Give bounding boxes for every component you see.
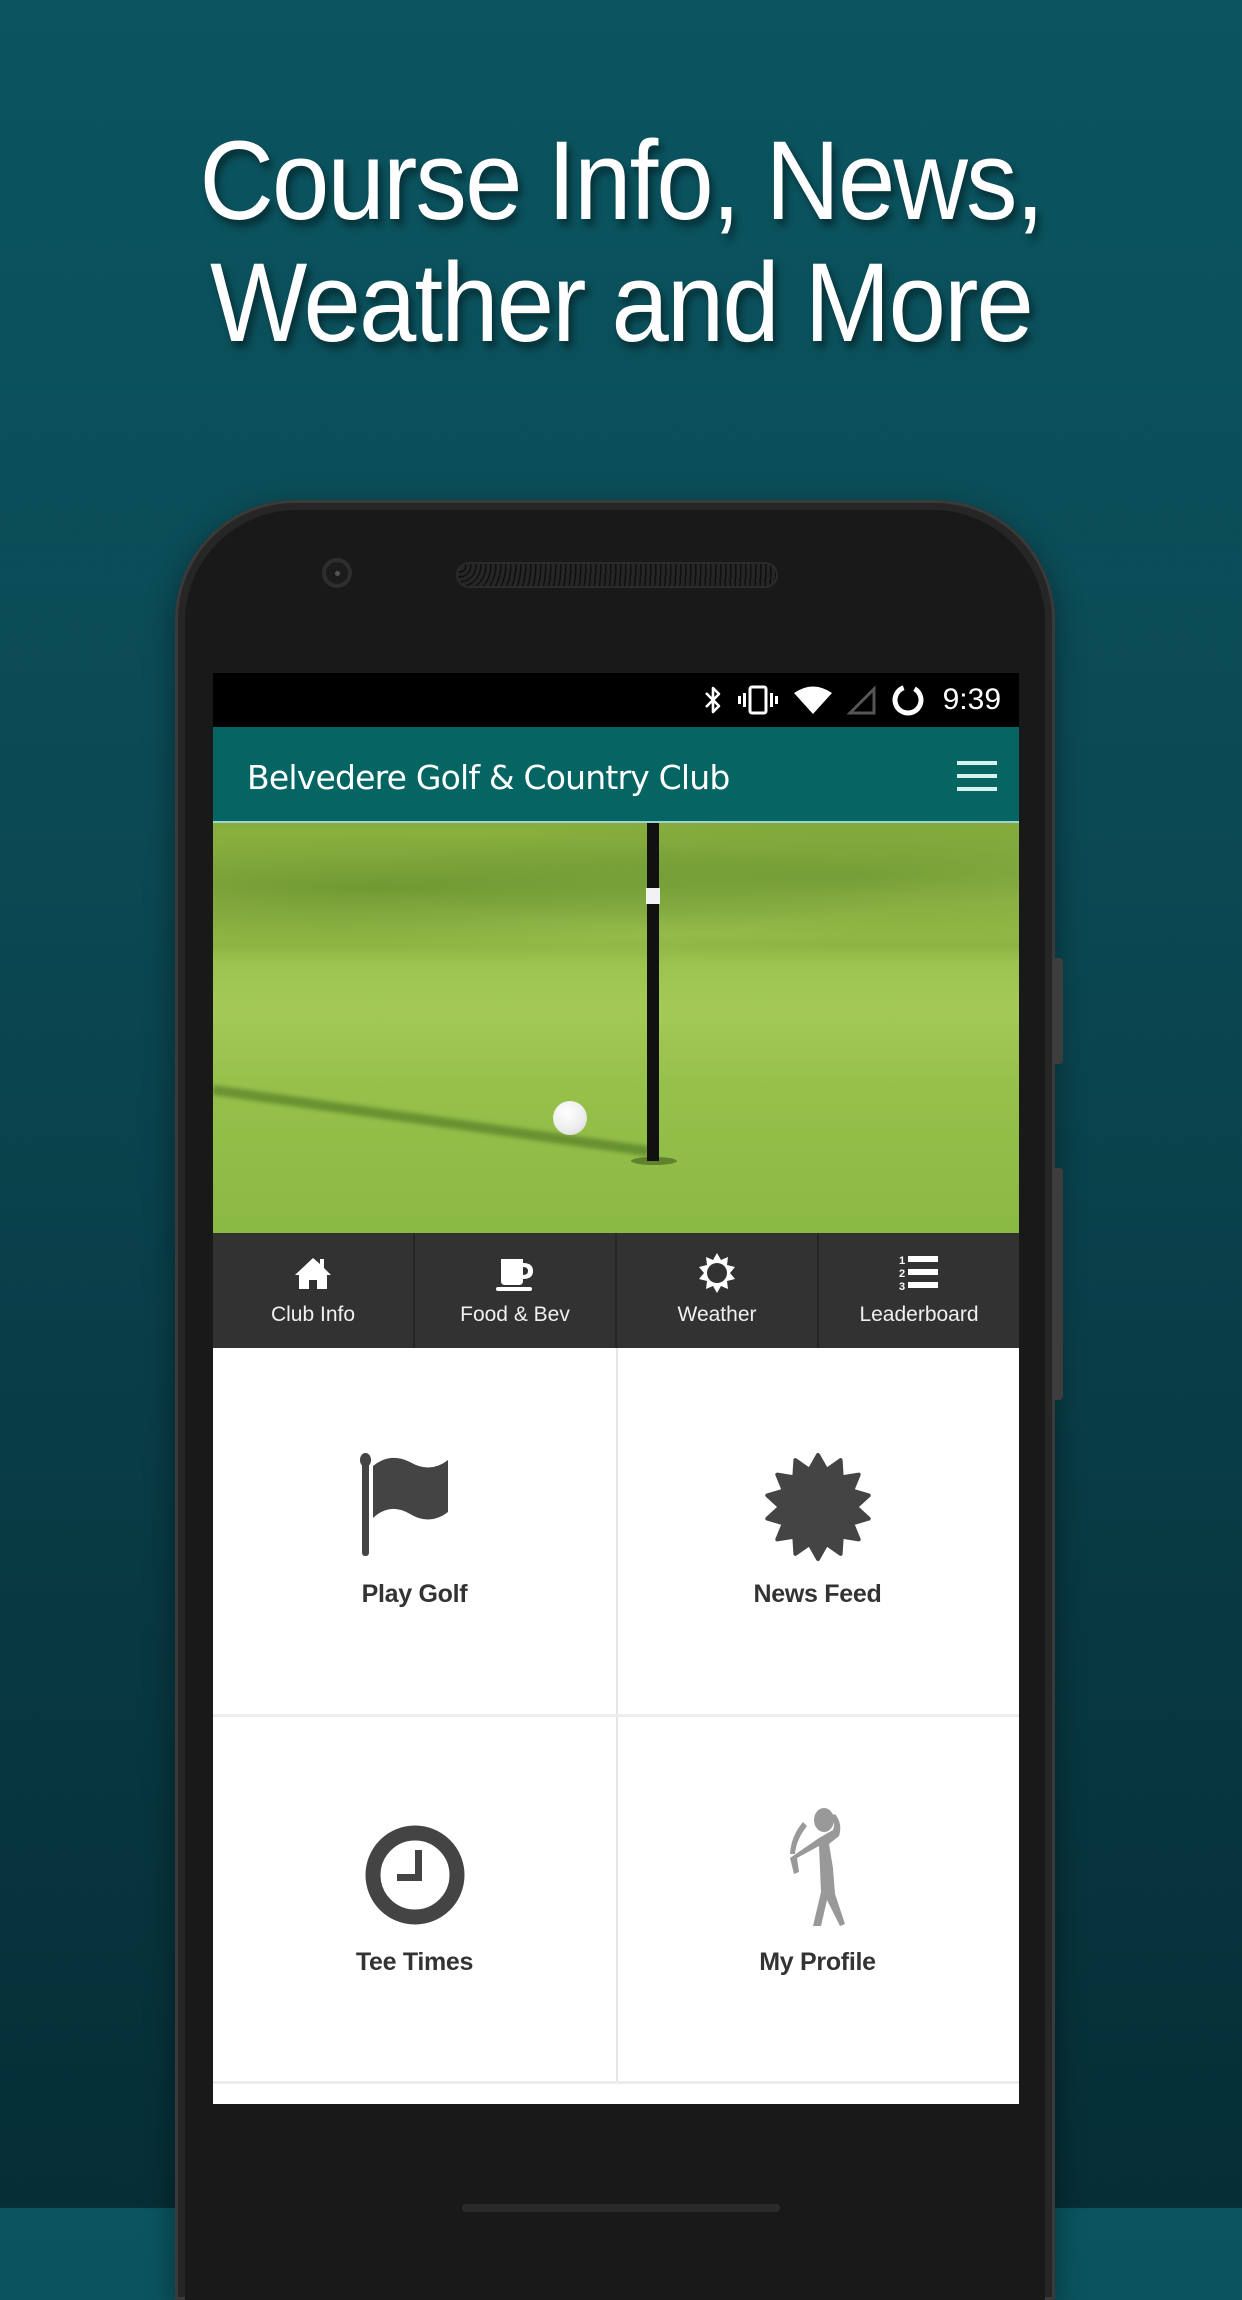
tile-news-feed[interactable]: News Feed	[616, 1348, 1019, 1714]
app-screen: 9:39 Belvedere Golf & Country Club Club …	[213, 673, 1019, 2104]
badge-icon	[764, 1453, 871, 1561]
numbered-list-icon: 1 2 3	[899, 1255, 938, 1293]
app-title: Belvedere Golf & Country Club	[247, 758, 730, 797]
volume-button	[1053, 1168, 1063, 1400]
quick-nav-bar: Club Info Food & Bev Weather 1 2 3 Leade…	[213, 1233, 1019, 1348]
bluetooth-icon	[704, 686, 720, 714]
tile-label: My Profile	[759, 1948, 876, 1976]
headline-line-1: Course Info, News,	[199, 118, 1044, 243]
battery-charging-icon	[892, 684, 924, 716]
vibrate-icon	[737, 685, 778, 715]
grid-divider-horizontal	[213, 1714, 1019, 1717]
promo-headline: Course Info, News, Weather and More	[50, 120, 1193, 364]
svg-text:2: 2	[899, 1268, 905, 1280]
sun-icon	[699, 1253, 735, 1293]
nav-label: Club Info	[270, 1303, 356, 1326]
flagstick	[647, 823, 659, 1161]
power-button	[1053, 958, 1063, 1064]
nav-label: Food & Bev	[460, 1303, 570, 1326]
nav-label: Leaderboard	[859, 1303, 979, 1326]
tile-play-golf[interactable]: Play Golf	[213, 1348, 616, 1714]
bottom-speaker	[462, 2204, 780, 2212]
coffee-cup-icon	[496, 1259, 533, 1291]
nav-club-info[interactable]: Club Info	[213, 1233, 415, 1348]
svg-text:1: 1	[899, 1255, 905, 1267]
earpiece-speaker	[456, 562, 778, 588]
cell-signal-icon	[846, 685, 876, 715]
nav-food-bev[interactable]: Food & Bev	[415, 1233, 617, 1348]
tile-label: Play Golf	[361, 1580, 468, 1608]
tile-my-profile[interactable]: My Profile	[616, 1716, 1019, 2082]
nav-weather[interactable]: Weather	[617, 1233, 819, 1348]
nav-label: Weather	[677, 1303, 757, 1326]
hero-background-blur	[213, 823, 1019, 953]
hero-image	[213, 823, 1019, 1233]
grid-divider-bottom	[213, 2081, 1019, 2084]
svg-text:3: 3	[899, 1281, 905, 1293]
golf-ball	[553, 1101, 587, 1135]
app-bar: Belvedere Golf & Country Club	[213, 727, 1019, 823]
nav-leaderboard[interactable]: 1 2 3 Leaderboard	[819, 1233, 1019, 1348]
tile-label: Tee Times	[355, 1948, 474, 1976]
tile-label: News Feed	[753, 1580, 882, 1608]
status-time: 9:39	[942, 683, 1001, 716]
front-camera	[322, 558, 352, 588]
badge-shape	[764, 1453, 871, 1561]
status-bar: 9:39	[213, 673, 1019, 727]
home-icon	[295, 1258, 331, 1289]
clock-icon	[365, 1825, 464, 1925]
hamburger-menu-icon[interactable]	[957, 761, 997, 791]
golfer-icon	[789, 1808, 845, 1926]
headline-line-2: Weather and More	[209, 240, 1034, 365]
flagstick-band	[646, 888, 660, 904]
tile-tee-times[interactable]: Tee Times	[213, 1716, 616, 2082]
flag-icon	[359, 1453, 448, 1556]
wifi-icon	[793, 686, 832, 714]
feature-grid: Play Golf News Feed Tee Times My Profile	[213, 1348, 1019, 2104]
